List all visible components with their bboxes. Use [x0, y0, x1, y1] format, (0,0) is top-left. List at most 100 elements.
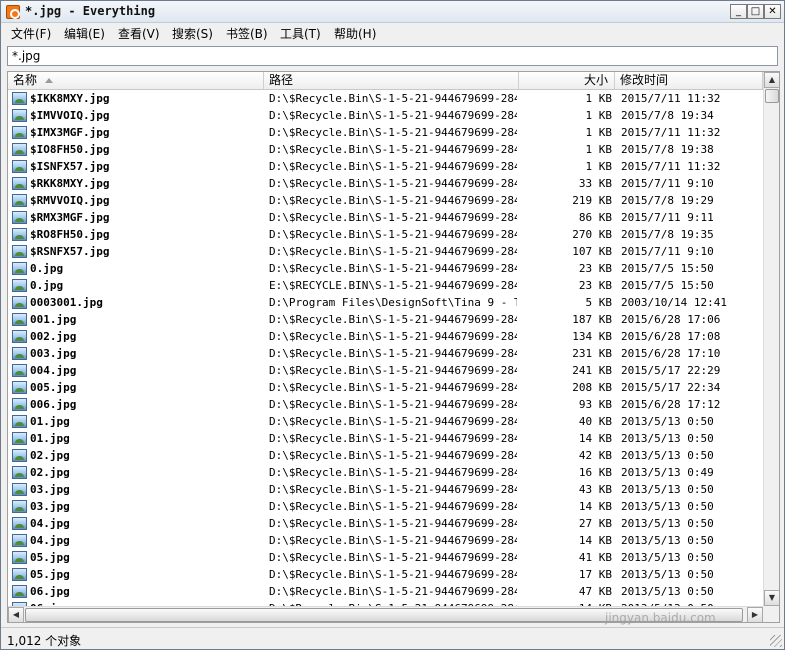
file-date-cell: 2013/5/13 0:50	[621, 551, 714, 564]
table-row[interactable]: $RKK8MXY.jpg D:\$Recycle.Bin\S-1-5-21-944…	[8, 175, 763, 192]
column-header-name[interactable]: 名称	[8, 72, 264, 89]
column-header: 名称 路径 大小 修改时间	[8, 72, 763, 90]
table-row[interactable]: 0.jpg E:\$RECYCLE.BIN\S-1-5-21-944679699-…	[8, 277, 763, 294]
file-size-cell: 187 KB	[572, 313, 612, 326]
search-input[interactable]: *.jpg	[7, 46, 778, 66]
table-row[interactable]: 0.jpg D:\$Recycle.Bin\S-1-5-21-944679699-…	[8, 260, 763, 277]
everything-app-icon[interactable]	[6, 5, 20, 19]
file-path-cell: D:\$Recycle.Bin\S-1-5-21-944679699-284..…	[269, 381, 517, 394]
file-path-cell: D:\$Recycle.Bin\S-1-5-21-944679699-284..…	[269, 449, 517, 462]
table-row[interactable]: $RMX3MGF.jpg D:\$Recycle.Bin\S-1-5-21-944…	[8, 209, 763, 226]
table-row[interactable]: 03.jpg D:\$Recycle.Bin\S-1-5-21-944679699…	[8, 498, 763, 515]
jpg-image-icon	[12, 551, 27, 564]
table-row[interactable]: 006.jpg D:\$Recycle.Bin\S-1-5-21-94467969…	[8, 396, 763, 413]
table-row[interactable]: 001.jpg D:\$Recycle.Bin\S-1-5-21-94467969…	[8, 311, 763, 328]
menu-tools[interactable]: 工具(T)	[280, 25, 321, 42]
window-title: *.jpg - Everything	[25, 4, 156, 18]
scroll-up-button[interactable]: ▲	[764, 72, 779, 88]
file-name-cell: 0.jpg	[30, 262, 64, 275]
results-list[interactable]: 名称 路径 大小 修改时间 $IKK8MXY.jpg D:\$Recycle.Bi…	[7, 71, 780, 623]
table-row[interactable]: 004.jpg D:\$Recycle.Bin\S-1-5-21-94467969…	[8, 362, 763, 379]
table-row[interactable]: 02.jpg D:\$Recycle.Bin\S-1-5-21-944679699…	[8, 464, 763, 481]
table-row[interactable]: $IKK8MXY.jpg D:\$Recycle.Bin\S-1-5-21-944…	[8, 90, 763, 107]
file-date-cell: 2015/7/11 9:10	[621, 177, 714, 190]
table-row[interactable]: 002.jpg D:\$Recycle.Bin\S-1-5-21-94467969…	[8, 328, 763, 345]
file-date-cell: 2013/5/13 0:49	[621, 466, 714, 479]
file-size-cell: 93 KB	[578, 398, 612, 411]
file-size-cell: 1 KB	[585, 126, 613, 139]
table-row[interactable]: 005.jpg D:\$Recycle.Bin\S-1-5-21-94467969…	[8, 379, 763, 396]
table-row[interactable]: $IMX3MGF.jpg D:\$Recycle.Bin\S-1-5-21-944…	[8, 124, 763, 141]
vertical-scrollbar[interactable]: ▲ ▼	[763, 72, 779, 606]
table-row[interactable]: 01.jpg D:\$Recycle.Bin\S-1-5-21-944679699…	[8, 430, 763, 447]
file-path-cell: D:\$Recycle.Bin\S-1-5-21-944679699-284..…	[269, 551, 517, 564]
column-header-size[interactable]: 大小	[519, 72, 615, 89]
menu-bookmarks[interactable]: 书签(B)	[226, 25, 268, 42]
jpg-image-icon	[12, 245, 27, 258]
table-row[interactable]: $RO8FH50.jpg D:\$Recycle.Bin\S-1-5-21-944…	[8, 226, 763, 243]
table-row[interactable]: 01.jpg D:\$Recycle.Bin\S-1-5-21-944679699…	[8, 413, 763, 430]
file-path-cell: D:\Program Files\DesignSoft\Tina 9 - T..…	[269, 296, 517, 309]
file-date-cell: 2015/5/17 22:29	[621, 364, 721, 377]
file-name-cell: 04.jpg	[30, 534, 70, 547]
file-date-cell: 2013/5/13 0:50	[621, 483, 714, 496]
file-date-cell: 2015/7/11 9:10	[621, 245, 714, 258]
file-name-cell: 03.jpg	[30, 483, 70, 496]
menu-file[interactable]: 文件(F)	[11, 25, 51, 42]
jpg-image-icon	[12, 228, 27, 241]
table-row[interactable]: 04.jpg D:\$Recycle.Bin\S-1-5-21-944679699…	[8, 515, 763, 532]
table-row[interactable]: 05.jpg D:\$Recycle.Bin\S-1-5-21-944679699…	[8, 549, 763, 566]
jpg-image-icon	[12, 568, 27, 581]
table-row[interactable]: $IMVVOIQ.jpg D:\$Recycle.Bin\S-1-5-21-944…	[8, 107, 763, 124]
file-date-cell: 2015/7/11 11:32	[621, 92, 721, 105]
table-row[interactable]: 003.jpg D:\$Recycle.Bin\S-1-5-21-94467969…	[8, 345, 763, 362]
file-name-cell: $RKK8MXY.jpg	[30, 177, 110, 190]
jpg-image-icon	[12, 313, 27, 326]
resize-grip-icon[interactable]	[770, 635, 782, 647]
scroll-left-button[interactable]: ◀	[8, 607, 24, 622]
column-size-label: 大小	[583, 73, 608, 87]
file-path-cell: D:\$Recycle.Bin\S-1-5-21-944679699-284..…	[269, 347, 517, 360]
maximize-button[interactable]: □	[747, 4, 764, 19]
table-row[interactable]: $IO8FH50.jpg D:\$Recycle.Bin\S-1-5-21-944…	[8, 141, 763, 158]
file-date-cell: 2013/5/13 0:50	[621, 500, 714, 513]
menu-help[interactable]: 帮助(H)	[334, 25, 376, 42]
scroll-right-button[interactable]: ▶	[747, 607, 763, 622]
title-bar[interactable]: *.jpg - Everything _ □ ✕	[1, 1, 784, 23]
column-header-date[interactable]: 修改时间	[615, 72, 763, 89]
file-path-cell: D:\$Recycle.Bin\S-1-5-21-944679699-284..…	[269, 585, 517, 598]
minimize-button[interactable]: _	[730, 4, 747, 19]
file-size-cell: 134 KB	[572, 330, 612, 343]
file-date-cell: 2015/6/28 17:06	[621, 313, 721, 326]
table-row[interactable]: 05.jpg D:\$Recycle.Bin\S-1-5-21-944679699…	[8, 566, 763, 583]
table-row[interactable]: $ISNFX57.jpg D:\$Recycle.Bin\S-1-5-21-944…	[8, 158, 763, 175]
jpg-image-icon	[12, 398, 27, 411]
jpg-image-icon	[12, 262, 27, 275]
table-row[interactable]: 03.jpg D:\$Recycle.Bin\S-1-5-21-944679699…	[8, 481, 763, 498]
file-name-cell: $RSNFX57.jpg	[30, 245, 110, 258]
file-size-cell: 14 KB	[578, 534, 612, 547]
close-button[interactable]: ✕	[764, 4, 781, 19]
jpg-image-icon	[12, 143, 27, 156]
column-header-path[interactable]: 路径	[264, 72, 519, 89]
table-row[interactable]: 04.jpg D:\$Recycle.Bin\S-1-5-21-944679699…	[8, 532, 763, 549]
table-row[interactable]: 06.jpg D:\$Recycle.Bin\S-1-5-21-944679699…	[8, 583, 763, 600]
menu-search[interactable]: 搜索(S)	[172, 25, 213, 42]
file-name-cell: 05.jpg	[30, 551, 70, 564]
menu-view[interactable]: 查看(V)	[118, 25, 160, 42]
scroll-down-button[interactable]: ▼	[764, 590, 779, 606]
file-date-cell: 2015/7/11 11:32	[621, 126, 721, 139]
table-row[interactable]: $RMVVOIQ.jpg D:\$Recycle.Bin\S-1-5-21-944…	[8, 192, 763, 209]
file-path-cell: D:\$Recycle.Bin\S-1-5-21-944679699-284..…	[269, 228, 517, 241]
file-name-cell: 01.jpg	[30, 432, 70, 445]
table-row[interactable]: $RSNFX57.jpg D:\$Recycle.Bin\S-1-5-21-944…	[8, 243, 763, 260]
table-row[interactable]: 0003001.jpg D:\Program Files\DesignSoft\T…	[8, 294, 763, 311]
file-size-cell: 270 KB	[572, 228, 612, 241]
jpg-image-icon	[12, 432, 27, 445]
menu-edit[interactable]: 编辑(E)	[64, 25, 105, 42]
file-name-cell: 004.jpg	[30, 364, 77, 377]
table-row[interactable]: 02.jpg D:\$Recycle.Bin\S-1-5-21-944679699…	[8, 447, 763, 464]
vertical-scroll-thumb[interactable]	[765, 89, 779, 103]
file-date-cell: 2015/7/11 11:32	[621, 160, 721, 173]
file-size-cell: 33 KB	[578, 177, 612, 190]
